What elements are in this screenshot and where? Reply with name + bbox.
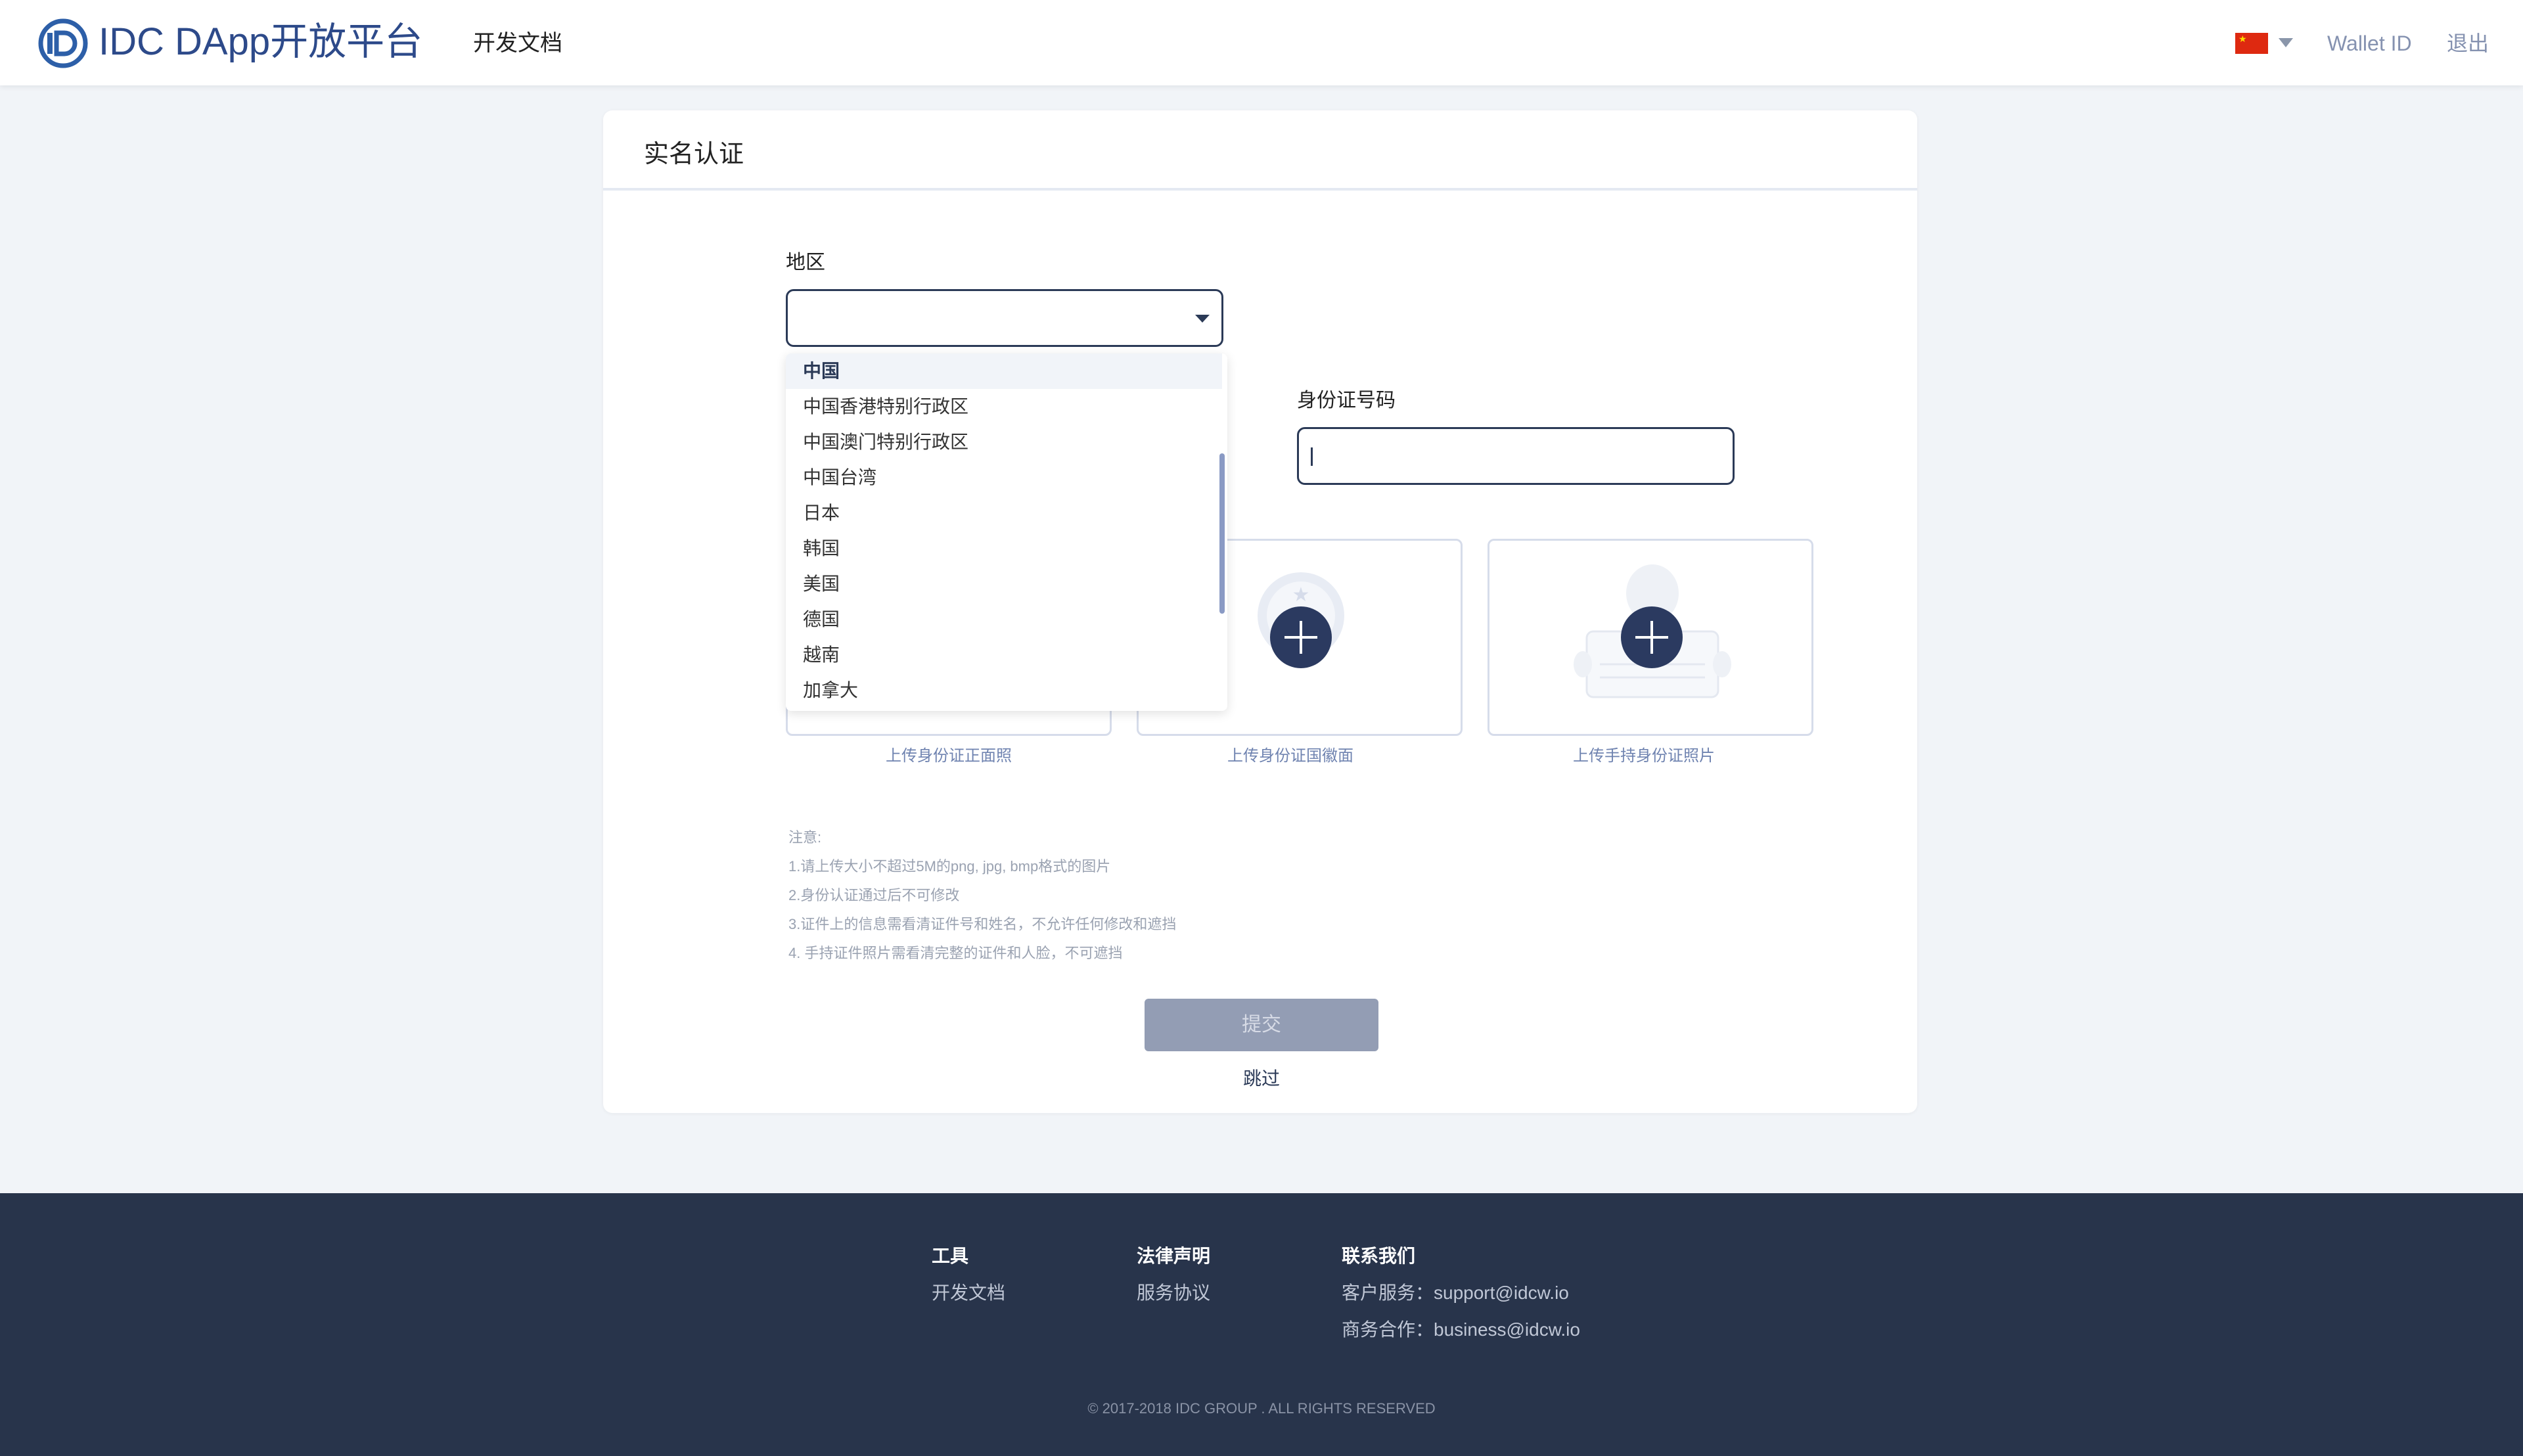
region-option[interactable]: 德国: [786, 602, 1222, 637]
logout-link[interactable]: 退出: [2447, 29, 2489, 58]
footer-business-email[interactable]: 商务合作：business@idcw.io: [1342, 1317, 1580, 1343]
add-icon[interactable]: [1621, 606, 1683, 668]
region-dropdown-list: 中国 中国香港特别行政区 中国澳门特别行政区 中国台湾 日本 韩国 美国 德国 …: [786, 353, 1227, 711]
wallet-id-link[interactable]: Wallet ID: [2327, 29, 2412, 58]
region-option[interactable]: 中国澳门特别行政区: [786, 424, 1222, 460]
upload-front-caption: 上传身份证正面照: [886, 747, 1012, 765]
card-title: 实名认证: [644, 141, 744, 168]
brand-title[interactable]: IDC DApp开放平台: [99, 17, 422, 67]
region-option[interactable]: 美国: [786, 566, 1222, 602]
region-select[interactable]: [786, 289, 1223, 347]
idc-logo-icon[interactable]: [38, 18, 88, 68]
region-option[interactable]: 中国: [786, 353, 1222, 389]
upload-back-caption: 上传身份证国徽面: [1227, 747, 1353, 765]
region-option[interactable]: 韩国: [786, 531, 1222, 566]
footer-legal-title: 法律声明: [1137, 1246, 1211, 1266]
region-label: 地区: [786, 252, 825, 273]
upload-handheld-id[interactable]: [1488, 539, 1813, 736]
skip-link[interactable]: 跳过: [1243, 1066, 1280, 1092]
svg-text:★: ★: [1292, 584, 1310, 606]
top-header: IDC DApp开放平台 开发文档 ★ Wallet ID 退出: [0, 0, 2523, 85]
note-title: 注意:: [788, 829, 822, 846]
submit-button[interactable]: 提交: [1145, 999, 1378, 1051]
text-cursor: [1311, 447, 1313, 466]
footer-service-agreement-link[interactable]: 服务协议: [1137, 1280, 1210, 1306]
dropdown-scrollbar[interactable]: [1219, 453, 1225, 614]
region-option[interactable]: 中国香港特别行政区: [786, 389, 1222, 424]
nav-dev-docs[interactable]: 开发文档: [473, 29, 562, 58]
chevron-down-icon: [1195, 315, 1210, 323]
region-option[interactable]: 日本: [786, 495, 1222, 531]
upload-handheld-caption: 上传手持身份证照片: [1573, 747, 1715, 765]
note-line: 2.身份认证通过后不可修改: [788, 887, 960, 903]
note-line: 4. 手持证件照片需看清完整的证件和人脸，不可遮挡: [788, 945, 1123, 961]
footer-tools-title: 工具: [932, 1246, 969, 1266]
note-line: 3.证件上的信息需看清证件号和姓名，不允许任何修改和遮挡: [788, 916, 1177, 932]
region-option[interactable]: 中国台湾: [786, 460, 1222, 495]
china-flag-icon[interactable]: ★: [2235, 33, 2268, 54]
footer-dev-docs-link[interactable]: 开发文档: [932, 1280, 1005, 1306]
language-caret-icon[interactable]: [2279, 38, 2293, 47]
card-divider: [603, 188, 1917, 191]
add-icon[interactable]: [1270, 606, 1332, 668]
footer-support-email[interactable]: 客户服务：support@idcw.io: [1342, 1280, 1569, 1306]
footer-contact-title: 联系我们: [1342, 1246, 1416, 1266]
note-line: 1.请上传大小不超过5M的png, jpg, bmp格式的图片: [788, 858, 1111, 875]
id-number-label: 身份证号码: [1297, 390, 1396, 411]
region-option[interactable]: 越南: [786, 637, 1222, 673]
region-option[interactable]: 加拿大: [786, 673, 1222, 708]
id-number-input[interactable]: [1297, 427, 1735, 485]
copyright: © 2017-2018 IDC GROUP . ALL RIGHTS RESER…: [1087, 1400, 1436, 1417]
